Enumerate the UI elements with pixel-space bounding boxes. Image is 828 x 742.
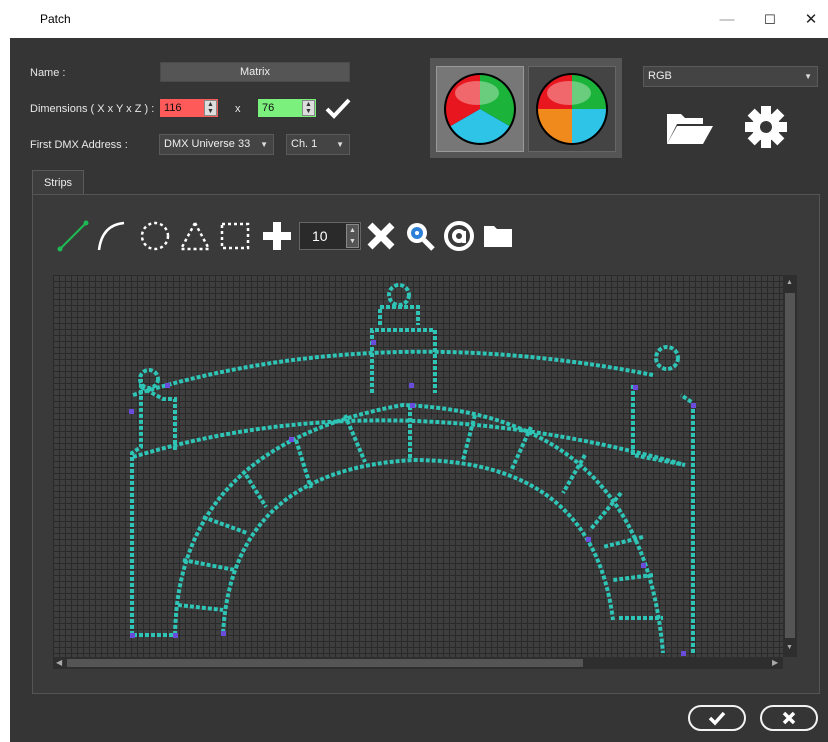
apply-dimensions-icon[interactable] xyxy=(325,96,351,123)
patch-dialog: Name : Matrix Dimensions ( X x Y x Z ) :… xyxy=(10,38,828,742)
circle-tool-icon[interactable] xyxy=(138,219,172,256)
spinner-arrows-icon[interactable]: ▲ ▼ xyxy=(346,224,359,248)
dimension-y-spinner[interactable]: 76 ▲ ▼ xyxy=(257,98,317,118)
confirm-icon xyxy=(708,711,726,726)
add-icon[interactable] xyxy=(260,219,294,256)
arc-tool-icon[interactable] xyxy=(94,219,128,256)
open-folder-icon[interactable] xyxy=(665,108,715,149)
triangle-tool-icon[interactable] xyxy=(178,219,212,256)
name-label: Name : xyxy=(30,67,66,79)
scroll-down-icon[interactable]: ▼ xyxy=(786,644,793,651)
rgb-color-wheel-icon xyxy=(444,73,516,145)
dmx-address-label: First DMX Address : xyxy=(30,139,128,151)
spinner-arrows-icon[interactable]: ▲ ▼ xyxy=(204,100,217,116)
strip-layout xyxy=(129,283,696,656)
zoom-icon[interactable] xyxy=(403,219,437,256)
tab-strips[interactable]: Strips xyxy=(32,170,84,195)
color-mode-select[interactable]: RGB ▼ xyxy=(643,66,818,87)
dimension-x-value: 116 xyxy=(164,102,182,114)
scroll-right-icon[interactable]: ▶ xyxy=(772,658,778,667)
cancel-button[interactable] xyxy=(760,705,818,731)
close-button[interactable]: ✕ xyxy=(796,8,826,32)
window-title: Patch xyxy=(40,12,71,26)
title-bar: Patch — ☐ ✕ xyxy=(0,0,828,38)
dimensions-label: Dimensions ( X x Y x Z ) : xyxy=(30,103,155,115)
point-count-value: 10 xyxy=(312,228,328,244)
dimension-separator: x xyxy=(235,103,241,115)
chevron-down-icon: ▼ xyxy=(336,140,344,149)
channel-select[interactable]: Ch. 1 ▼ xyxy=(286,134,350,155)
minimize-button[interactable]: — xyxy=(712,8,742,32)
dimension-x-spinner[interactable]: 116 ▲ ▼ xyxy=(159,98,219,118)
maximize-button[interactable]: ☐ xyxy=(755,8,785,32)
rgbw-color-wheel-icon xyxy=(536,73,608,145)
dimension-y-value: 76 xyxy=(262,102,275,114)
matrix-grid[interactable] xyxy=(53,275,783,657)
color-preset-panel xyxy=(430,58,622,158)
universe-select[interactable]: DMX Universe 33 ▼ xyxy=(159,134,274,155)
vertical-scroll-thumb[interactable] xyxy=(785,293,795,638)
color-mode-value: RGB xyxy=(648,70,672,82)
vertical-scrollbar[interactable]: ▲ ▼ xyxy=(783,275,797,657)
chevron-down-icon: ▼ xyxy=(260,140,268,149)
scroll-up-icon[interactable]: ▲ xyxy=(786,279,793,286)
horizontal-scrollbar[interactable]: ◀ ▶ xyxy=(53,657,783,669)
folder-icon[interactable] xyxy=(482,221,514,254)
scroll-left-icon[interactable]: ◀ xyxy=(56,658,62,667)
address-icon[interactable] xyxy=(442,219,476,256)
patch-window: Patch — ☐ ✕ Name : Matrix Dimensions ( X… xyxy=(0,0,828,742)
settings-icon[interactable] xyxy=(743,104,789,153)
point-count-spinner[interactable]: 10 ▲ ▼ xyxy=(299,222,361,250)
horizontal-scroll-thumb[interactable] xyxy=(67,659,583,667)
line-tool-icon[interactable] xyxy=(56,219,90,256)
cancel-icon xyxy=(782,711,796,725)
rectangle-tool-icon[interactable] xyxy=(218,219,252,256)
confirm-button[interactable] xyxy=(688,705,746,731)
universe-value: DMX Universe 33 xyxy=(164,138,251,150)
spinner-arrows-icon[interactable]: ▲ ▼ xyxy=(302,100,315,116)
name-field[interactable]: Matrix xyxy=(160,62,350,82)
rgbw-preset-button[interactable] xyxy=(528,66,616,152)
chevron-down-icon: ▼ xyxy=(804,72,812,81)
delete-icon[interactable] xyxy=(364,219,398,256)
rgb-preset-button[interactable] xyxy=(436,66,524,152)
channel-value: Ch. 1 xyxy=(291,138,318,150)
